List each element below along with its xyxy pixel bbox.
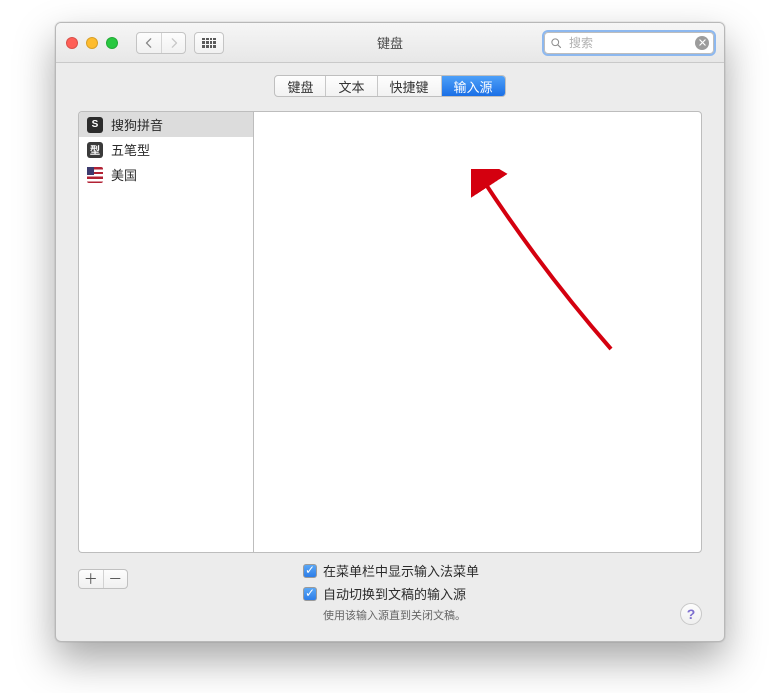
minimize-window-button[interactable]	[86, 37, 98, 49]
search-icon	[550, 37, 562, 49]
close-window-button[interactable]	[66, 37, 78, 49]
remove-source-button[interactable]: －	[103, 570, 128, 588]
content-area: 键盘 文本 快捷键 输入源 S 搜狗拼音 型 五笔型 美国	[56, 63, 724, 641]
list-item-label: 美国	[111, 165, 137, 184]
tab-bar: 键盘 文本 快捷键 输入源	[78, 75, 702, 97]
main-row: S 搜狗拼音 型 五笔型 美国	[78, 111, 702, 553]
nav-back-button[interactable]	[137, 33, 161, 53]
tab-text[interactable]: 文本	[325, 76, 376, 96]
show-input-menu-option[interactable]: 在菜单栏中显示输入法菜单	[303, 561, 702, 580]
input-source-list[interactable]: S 搜狗拼音 型 五笔型 美国	[78, 111, 253, 553]
titlebar: 键盘	[56, 23, 724, 63]
wubi-icon: 型	[87, 142, 103, 158]
list-item-label: 搜狗拼音	[111, 115, 163, 134]
window-controls	[66, 37, 118, 49]
chevron-right-icon	[170, 38, 178, 48]
tab-shortcuts[interactable]: 快捷键	[377, 76, 441, 96]
zoom-window-button[interactable]	[106, 37, 118, 49]
tab-input-sources[interactable]: 输入源	[441, 76, 505, 96]
option-label: 自动切换到文稿的输入源	[323, 584, 466, 603]
search-input[interactable]	[544, 32, 714, 54]
auto-switch-option[interactable]: 自动切换到文稿的输入源	[303, 584, 702, 603]
add-source-button[interactable]: ＋	[79, 570, 103, 588]
show-input-menu-checkbox[interactable]	[303, 564, 317, 578]
list-item[interactable]: 美国	[79, 162, 253, 187]
source-preview-panel	[253, 111, 702, 553]
preferences-window: 键盘 键盘 文本 快捷键 输入源 S 搜狗拼	[55, 22, 725, 642]
list-item[interactable]: S 搜狗拼音	[79, 112, 253, 137]
option-hint: 使用该输入源直到关闭文稿。	[323, 607, 702, 623]
nav-back-forward	[136, 32, 186, 54]
list-item-label: 五笔型	[111, 140, 150, 159]
help-button[interactable]: ?	[680, 603, 702, 625]
auto-switch-checkbox[interactable]	[303, 587, 317, 601]
search-field-wrap	[544, 32, 714, 54]
bottom-row: ＋ － 在菜单栏中显示输入法菜单 自动切换到文稿的输入源 使用该输入源直到关闭文…	[78, 561, 702, 623]
grid-icon	[202, 38, 216, 48]
us-flag-icon	[87, 167, 103, 183]
clear-search-button[interactable]	[695, 36, 709, 50]
list-item[interactable]: 型 五笔型	[79, 137, 253, 162]
nav-forward-button[interactable]	[161, 33, 185, 53]
option-label: 在菜单栏中显示输入法菜单	[323, 561, 479, 580]
close-icon	[699, 39, 706, 46]
tab-keyboard[interactable]: 键盘	[275, 76, 325, 96]
segmented-control: 键盘 文本 快捷键 输入源	[274, 75, 505, 97]
add-remove-group: ＋ －	[78, 569, 128, 589]
sogou-icon: S	[87, 117, 103, 133]
chevron-left-icon	[145, 38, 153, 48]
show-all-button[interactable]	[194, 32, 224, 54]
